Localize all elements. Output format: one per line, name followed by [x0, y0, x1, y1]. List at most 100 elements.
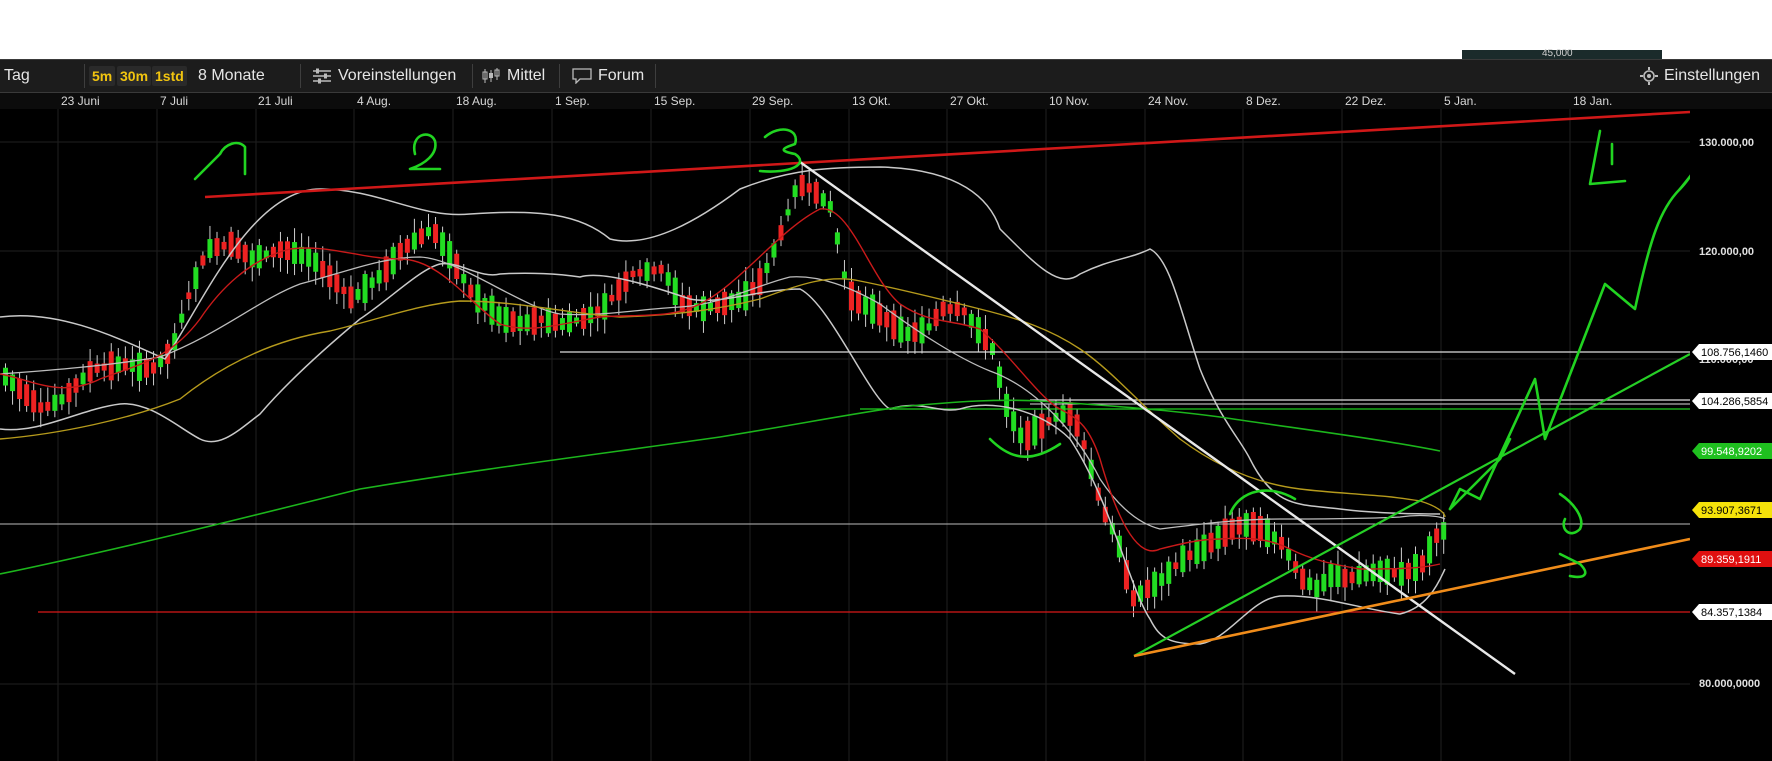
candle — [249, 243, 255, 282]
candle — [849, 268, 854, 322]
candle — [863, 286, 869, 327]
date-label: 18 Aug. — [456, 94, 497, 108]
price-tag-label: 108.756,1460 — [1701, 347, 1768, 359]
range-selector[interactable]: 8 Monate — [198, 60, 265, 92]
candle — [806, 171, 812, 206]
candle — [1187, 539, 1193, 572]
candle — [1264, 514, 1270, 554]
candle — [433, 216, 439, 249]
candle — [1222, 505, 1228, 555]
candle — [482, 293, 488, 323]
date-label: 10 Nov. — [1049, 94, 1090, 108]
candle — [1307, 569, 1313, 596]
candle — [841, 260, 847, 290]
candle — [1229, 510, 1235, 545]
price-tag: 99.548,9202 — [1692, 443, 1772, 459]
candle — [1342, 564, 1348, 601]
candle — [193, 261, 199, 303]
candle — [87, 349, 93, 393]
candle — [418, 220, 424, 248]
price-tag-label: 104.286,5854 — [1701, 396, 1768, 408]
candle — [341, 278, 347, 309]
candle — [778, 215, 784, 247]
forum-button[interactable]: Forum — [572, 60, 644, 92]
moving-average-green — [0, 399, 1441, 575]
date-label: 29 Sep. — [752, 94, 794, 108]
candle — [489, 288, 495, 332]
date-label: 7 Juli — [160, 94, 189, 108]
candle — [785, 198, 791, 222]
candle — [1335, 550, 1341, 595]
price-tag-label: 84.357,1384 — [1701, 607, 1762, 619]
candle — [891, 303, 897, 347]
candle — [1279, 524, 1285, 559]
candle — [609, 284, 615, 306]
candle — [10, 370, 16, 405]
candle — [1349, 566, 1355, 591]
candle — [52, 383, 58, 418]
candle — [1011, 397, 1017, 443]
candle — [151, 351, 157, 386]
candle — [820, 190, 826, 210]
candle — [982, 315, 988, 360]
candle — [933, 301, 939, 331]
timeframe-5m-button[interactable]: 5m — [89, 66, 116, 86]
candle — [390, 242, 396, 280]
candle — [376, 259, 382, 292]
price-tag: 108.756,1460 — [1692, 344, 1772, 360]
candle — [397, 235, 403, 270]
candle — [510, 307, 516, 337]
date-axis: 23 Juni 7 Juli 21 Juli 4 Aug. 18 Aug. 1 … — [0, 93, 1772, 109]
candle — [214, 231, 220, 265]
candle — [355, 282, 361, 304]
gear-icon — [1640, 66, 1658, 85]
candle — [1145, 567, 1151, 611]
date-label: 21 Juli — [258, 94, 293, 108]
candle — [595, 293, 601, 332]
candle — [1413, 546, 1418, 594]
header-sliver-value: 45,000 — [1542, 48, 1573, 59]
candle — [66, 378, 72, 415]
timeframe-30m-button[interactable]: 30m — [117, 66, 152, 86]
speech-bubble-icon — [572, 68, 592, 84]
candle — [292, 228, 298, 276]
candle — [496, 301, 502, 334]
candle — [426, 213, 431, 240]
candle — [799, 161, 805, 201]
candle — [700, 290, 706, 333]
indicators-button[interactable]: Mittel — [481, 60, 545, 92]
candle — [165, 339, 171, 379]
candle — [912, 309, 918, 354]
presets-label: Voreinstellungen — [338, 67, 457, 84]
candle — [475, 271, 481, 324]
candle — [320, 246, 326, 288]
chart-application: 45,000 Tag 5m 30m 1std 8 Monate Voreinst… — [0, 0, 1772, 761]
candle — [369, 271, 375, 300]
settings-button[interactable]: Einstellungen — [1640, 60, 1760, 92]
candle — [1314, 573, 1320, 613]
timeframe-1std-button[interactable]: 1std — [152, 66, 187, 86]
y-axis-label: 130.000,00 — [1699, 137, 1754, 149]
chart-toolbar: Tag 5m 30m 1std 8 Monate Voreinstellunge… — [0, 59, 1772, 93]
candle — [306, 236, 312, 281]
candle — [1173, 552, 1179, 577]
candle — [961, 303, 967, 326]
candle — [1039, 402, 1045, 453]
price-chart[interactable]: 1 2 3 4 130.000,00 120.000,00 110.000,00… — [0, 109, 1772, 761]
presets-button[interactable]: Voreinstellungen — [312, 60, 456, 92]
bollinger-upper-band — [0, 166, 1441, 515]
candle — [200, 251, 206, 269]
price-tag: 84.357,1384 — [1692, 604, 1772, 620]
candle — [665, 263, 671, 295]
candle — [968, 309, 974, 338]
candle — [1321, 559, 1327, 596]
ascending-trendline[interactable] — [1133, 353, 1691, 657]
candle — [38, 388, 44, 428]
support-trendline[interactable] — [1133, 537, 1691, 658]
candle — [108, 343, 114, 390]
candle — [299, 233, 305, 272]
candle — [567, 303, 572, 337]
price-tag: 104.286,5854 — [1692, 393, 1772, 409]
candle — [827, 190, 833, 217]
period-selector[interactable]: Tag — [4, 60, 30, 92]
